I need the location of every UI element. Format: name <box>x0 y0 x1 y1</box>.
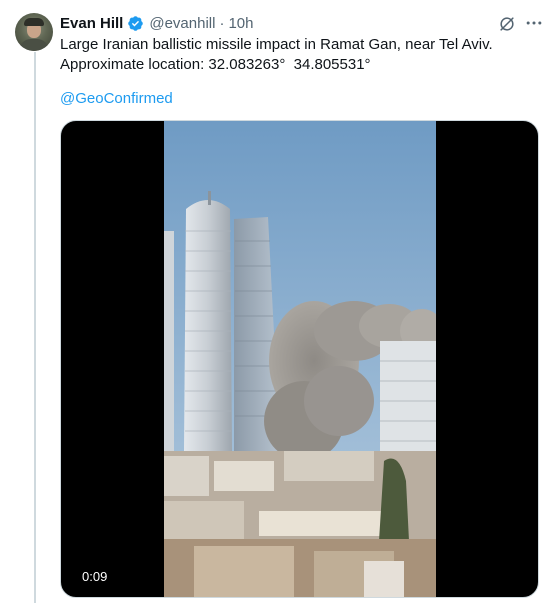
author-handle[interactable]: @evanhill <box>149 15 215 32</box>
thread-line <box>34 52 36 603</box>
verified-badge-icon[interactable] <box>127 15 144 32</box>
tweet-text: Large Iranian ballistic missile impact i… <box>60 35 540 75</box>
video-player[interactable]: 0:09 <box>60 120 539 598</box>
avatar-cap <box>24 18 44 26</box>
video-duration: 0:09 <box>78 568 112 585</box>
timestamp[interactable]: 10h <box>228 15 253 32</box>
avatar[interactable] <box>15 13 53 51</box>
author-name[interactable]: Evan Hill <box>60 15 123 32</box>
mention-link[interactable]: @GeoConfirmed <box>60 90 173 107</box>
grok-icon[interactable] <box>497 14 517 34</box>
tweet-text-line-1: Large Iranian ballistic missile impact i… <box>60 36 493 53</box>
avatar-shirt <box>19 39 49 51</box>
tweet-text-line-2: Approximate location: 32.083263° 34.8055… <box>60 56 371 73</box>
separator-dot: · <box>219 14 225 32</box>
video-thumbnail <box>164 121 436 597</box>
tweet[interactable]: Evan Hill @evanhill · 10h Large Iranian … <box>0 0 560 603</box>
more-options-icon[interactable] <box>524 13 544 33</box>
tweet-header: Evan Hill @evanhill · 10h <box>60 13 253 33</box>
